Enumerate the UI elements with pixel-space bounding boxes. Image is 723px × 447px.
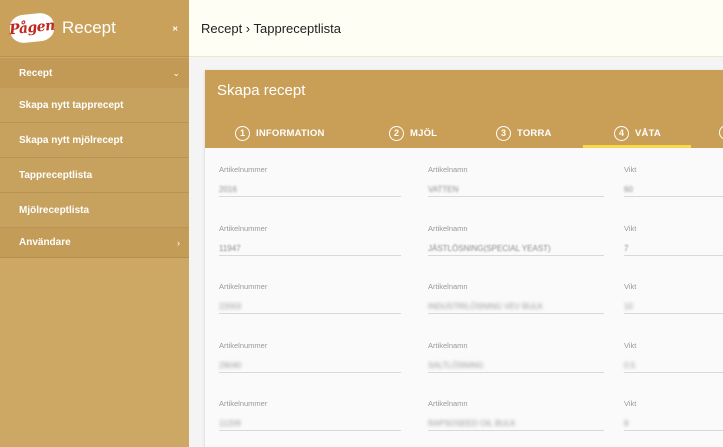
step-next-partial[interactable] bbox=[719, 125, 723, 140]
artikelnamn-field[interactable]: Artikelnamn SALTLÖSNING bbox=[428, 340, 604, 373]
field-label: Artikelnamn bbox=[428, 399, 468, 408]
step-number: 2 bbox=[389, 125, 404, 141]
field-value: 11209 bbox=[219, 419, 241, 428]
field-label: Artikelnamn bbox=[428, 340, 468, 350]
list-item: Artikelnummer 11209 Artikelnamn RAPSOSEED … bbox=[205, 382, 723, 441]
sidebar-item-label: Mjölreceptlista bbox=[19, 204, 90, 216]
sidebar-item-label: Skapa nytt mjölrecept bbox=[19, 134, 123, 146]
field-value: JÄSTLÖSNING(SPECIAL YEAST) bbox=[428, 243, 551, 253]
field-label: Artikelnamn bbox=[428, 165, 468, 174]
field-value: 8 bbox=[624, 419, 629, 428]
step-label: MJÖL bbox=[410, 127, 438, 139]
field-label: Vikt bbox=[624, 282, 637, 291]
vikt-field[interactable]: Vikt 60 bbox=[624, 165, 723, 197]
sidebar-item-label: Användare bbox=[19, 237, 71, 248]
field-label: Artikelnummer bbox=[219, 165, 268, 174]
ingredient-list: Artikelnummer 2016 Artikelnamn VATTEN Vikt… bbox=[205, 148, 723, 441]
artikelnummer-field[interactable]: Artikelnummer 2016 bbox=[219, 165, 401, 197]
vikt-field[interactable]: Vikt 0.5 bbox=[624, 340, 723, 373]
create-recipe-card: Skapa recept 1 INFORMATION 2 MJÖL 3 TORR… bbox=[205, 70, 723, 447]
step-label: INFORMATION bbox=[256, 127, 325, 139]
list-item: Artikelnummer 2016 Artikelnamn VATTEN Vikt… bbox=[205, 148, 723, 207]
sidebar-header: Pågen Recept ›‹ bbox=[0, 0, 189, 57]
field-value: SALTLÖSNING bbox=[428, 360, 484, 370]
step-torra[interactable]: 3 TORRA bbox=[496, 118, 552, 148]
sidebar-item-label: Recept bbox=[19, 67, 53, 79]
field-value: INDUSTRILÖSNING VEV BULK bbox=[428, 302, 544, 311]
field-value: 11947 bbox=[219, 243, 241, 253]
field-value: 60 bbox=[624, 185, 633, 194]
field-label: Artikelnummer bbox=[219, 340, 268, 350]
app-title: Recept bbox=[62, 18, 116, 37]
step-mjol[interactable]: 2 MJÖL bbox=[389, 118, 437, 148]
field-label: Vikt bbox=[624, 399, 637, 408]
field-label: Artikelnamn bbox=[428, 223, 468, 233]
step-label: TORRA bbox=[517, 127, 552, 139]
field-value: VATTEN bbox=[428, 185, 459, 194]
sidebar-item-skapa-mjolrecept[interactable]: Skapa nytt mjölrecept bbox=[0, 123, 189, 158]
topbar: Recept › Tappreceptlista bbox=[189, 0, 723, 57]
field-value: 0.5 bbox=[624, 360, 636, 370]
artikelnummer-field[interactable]: Artikelnummer 22003 bbox=[219, 282, 401, 314]
vikt-field[interactable]: Vikt 7 bbox=[624, 223, 723, 256]
artikelnummer-field[interactable]: Artikelnummer 11209 bbox=[219, 399, 401, 431]
field-label: Vikt bbox=[624, 340, 637, 350]
field-label: Vikt bbox=[624, 165, 637, 174]
field-value: RAPSOSEED OIL BULK bbox=[428, 419, 516, 428]
artikelnamn-field[interactable]: Artikelnamn VATTEN bbox=[428, 165, 604, 197]
sidebar-item-tappreceptlista[interactable]: Tappreceptlista bbox=[0, 158, 189, 193]
sidebar-item-label: Tappreceptlista bbox=[19, 169, 93, 181]
vikt-field[interactable]: Vikt 10 bbox=[624, 282, 723, 314]
sidebar-item-mjolreceptlista[interactable]: Mjölreceptlista bbox=[0, 193, 189, 228]
artikelnummer-field[interactable]: Artikelnummer 11947 bbox=[219, 223, 401, 256]
field-value: 22003 bbox=[219, 302, 242, 311]
step-vata[interactable]: 4 VÅTA bbox=[614, 118, 661, 148]
field-value: 29040 bbox=[219, 360, 242, 370]
field-value: 7 bbox=[624, 243, 629, 253]
artikelnamn-field[interactable]: Artikelnamn RAPSOSEED OIL BULK bbox=[428, 399, 604, 431]
card-header: Skapa recept 1 INFORMATION 2 MJÖL 3 TORR… bbox=[205, 70, 723, 148]
sidebar-item-label: Skapa nytt tapprecept bbox=[19, 99, 124, 111]
list-item: Artikelnummer 29040 Artikelnamn SALTLÖSNIN… bbox=[205, 324, 723, 383]
sidebar-item-skapa-tapprecept[interactable]: Skapa nytt tapprecept bbox=[0, 88, 189, 123]
field-label: Artikelnamn bbox=[428, 282, 468, 291]
chevron-right-icon: › bbox=[177, 237, 180, 248]
sidebar-item-anvandare[interactable]: Användare › bbox=[0, 228, 189, 258]
field-label: Artikelnummer bbox=[219, 399, 268, 408]
chevron-down-icon: ⌄ bbox=[172, 67, 180, 78]
sidebar: Pågen Recept ›‹ Recept ⌄ Skapa nytt tapp… bbox=[0, 0, 189, 447]
step-number: 4 bbox=[614, 125, 629, 141]
pagen-logo[interactable]: Pågen bbox=[8, 11, 56, 45]
artikelnamn-field[interactable]: Artikelnamn JÄSTLÖSNING(SPECIAL YEAST) bbox=[428, 223, 604, 256]
artikelnummer-field[interactable]: Artikelnummer 29040 bbox=[219, 340, 401, 373]
vikt-field[interactable]: Vikt 8 bbox=[624, 399, 723, 431]
field-label: Vikt bbox=[624, 223, 637, 233]
breadcrumb: Recept › Tappreceptlista bbox=[201, 20, 341, 36]
list-item: Artikelnummer 22003 Artikelnamn INDUSTRILÖ… bbox=[205, 265, 723, 324]
artikelnamn-field[interactable]: Artikelnamn INDUSTRILÖSNING VEV BULK bbox=[428, 282, 604, 314]
field-value: 10 bbox=[624, 302, 633, 311]
step-number: 1 bbox=[235, 125, 250, 141]
field-value: 2016 bbox=[219, 185, 237, 194]
step-number: 3 bbox=[496, 125, 511, 141]
list-item: Artikelnummer 11947 Artikelnamn JÄSTLÖSNIN… bbox=[205, 207, 723, 266]
logo-text: Pågen bbox=[8, 17, 56, 39]
field-label: Artikelnummer bbox=[219, 223, 268, 233]
sidebar-item-recept[interactable]: Recept ⌄ bbox=[0, 58, 189, 88]
step-label: VÅTA bbox=[635, 127, 661, 139]
card-title: Skapa recept bbox=[217, 82, 306, 99]
step-information[interactable]: 1 INFORMATION bbox=[235, 118, 325, 148]
field-label: Artikelnummer bbox=[219, 282, 268, 291]
collapse-sidebar-icon[interactable]: ›‹ bbox=[172, 23, 178, 34]
stepper: 1 INFORMATION 2 MJÖL 3 TORRA 4 VÅTA bbox=[205, 118, 723, 148]
